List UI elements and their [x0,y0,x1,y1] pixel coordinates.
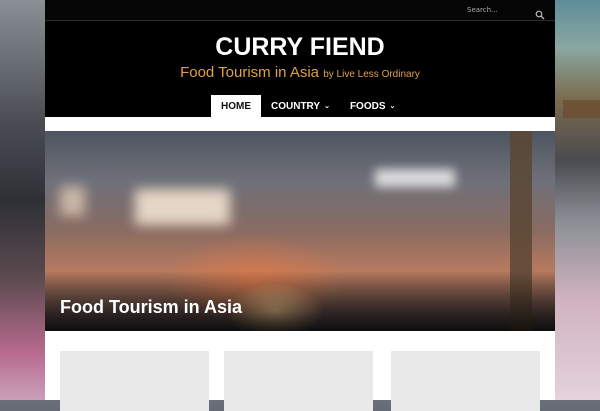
nav-item-label: HOME [221,100,251,112]
search-input[interactable] [467,6,527,14]
hero-banner[interactable]: Food Tourism in Asia [45,131,555,331]
chevron-down-icon: ⌄ [389,103,396,110]
nav-item-home[interactable]: HOME [211,95,261,117]
hero-light [375,169,455,187]
background-right [555,0,600,400]
background-left [0,0,45,400]
top-bar [45,0,555,21]
post-card[interactable] [224,351,373,411]
site-title[interactable]: CURRY FIEND [45,33,555,62]
nav-item-country[interactable]: COUNTRY ⌄ [261,95,340,117]
search-box[interactable] [467,3,545,20]
content-area [45,331,555,411]
hero-light [60,186,85,216]
nav-item-label: COUNTRY [271,100,321,112]
nav-item-label: FOODS [349,100,386,112]
search-icon[interactable] [535,5,545,20]
site-header: CURRY FIEND Food Tourism in Asia by Live… [45,21,555,117]
background-post [563,100,600,118]
tagline-main: Food Tourism in Asia [180,64,320,81]
header-divider [45,117,555,131]
hero-title[interactable]: Food Tourism in Asia [60,297,242,318]
main-nav: HOME COUNTRY ⌄ FOODS ⌄ [211,95,405,117]
post-card[interactable] [391,351,540,411]
hero-light [135,189,230,225]
site-tagline: Food Tourism in Asia by Live Less Ordina… [45,64,555,81]
tagline-by: by Live Less Ordinary [323,69,420,80]
chevron-down-icon: ⌄ [324,103,330,110]
nav-item-foods[interactable]: FOODS ⌄ [340,95,405,117]
post-card[interactable] [60,351,209,411]
